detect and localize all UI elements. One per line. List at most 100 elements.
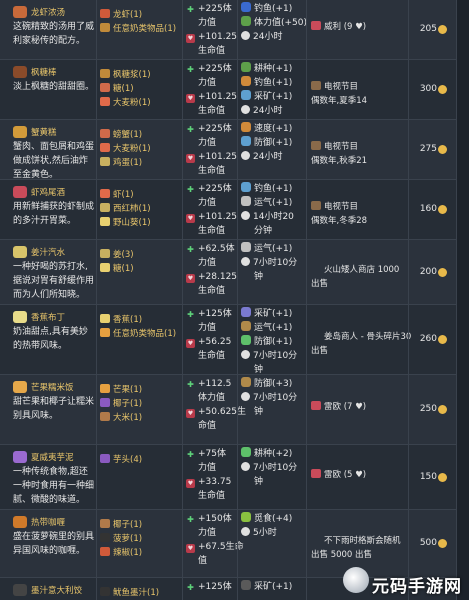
- ingredient-name: 大麦粉(1): [113, 98, 151, 108]
- clock-icon: [241, 462, 250, 471]
- stat-text: +33.75: [198, 477, 232, 487]
- ingredients-list: 鱿鱼墨汁(1): [100, 586, 159, 600]
- dish-description: 淡上枫糖的甜甜圈。: [13, 82, 95, 92]
- buff-icon: [241, 122, 251, 132]
- buff-line: 钓鱼(+1): [241, 2, 307, 16]
- stat-text: +50.625生: [198, 407, 247, 417]
- ingredient-item: 任意奶类物品(1): [100, 22, 176, 36]
- plus-icon: ✚: [187, 5, 194, 14]
- buff-icon: [241, 62, 251, 72]
- stat-indent: [186, 322, 195, 331]
- ingredient-name: 虾(1): [113, 190, 134, 200]
- clock-icon: [241, 527, 250, 536]
- stat-line: 生命值: [186, 164, 237, 178]
- clock-icon: [241, 211, 250, 220]
- buff-text: 分钟: [254, 226, 273, 236]
- buff-line: 耕种(+2): [241, 447, 297, 461]
- stat-line: ✚ +225体: [186, 182, 237, 196]
- energy-health-stats: ✚ +225体 力值 ♥ +101.25 生命值: [186, 122, 237, 178]
- stat-indent: [186, 555, 195, 564]
- buff-text: 防御(+3): [254, 379, 293, 389]
- energy-health-stats: ✚ +225体 力值 ♥ +101.25 生命值: [186, 182, 237, 238]
- tv-icon: [311, 141, 321, 150]
- ingredient-name: 芋头(4): [113, 455, 143, 465]
- energy-health-stats: ✚ +125体: [186, 580, 232, 594]
- ingredient-name: 芒果(1): [113, 385, 143, 395]
- stat-text: +225体: [198, 124, 232, 134]
- source-line: 雷欧 (7 ♥): [311, 400, 366, 414]
- clock-icon: [241, 105, 250, 114]
- buff-text: 14小时20: [253, 212, 294, 222]
- ingredient-icon: [100, 547, 110, 556]
- stat-text: 生命值: [198, 226, 226, 236]
- ingredient-item: 芋头(4): [100, 453, 142, 467]
- gold-coin-icon: [438, 405, 447, 414]
- stat-line: 力值: [186, 196, 237, 210]
- sell-price: 200: [419, 266, 437, 277]
- buff-icon: [241, 307, 251, 317]
- source-text: 不下雨时格斯会随机 出售 5000 出售: [311, 536, 401, 560]
- sell-price: 250: [419, 404, 437, 414]
- gold-coin-icon: [438, 472, 447, 482]
- ingredient-icon: [100, 412, 110, 421]
- buff-indent: [241, 405, 251, 415]
- source-line: 雷欧 (5 ♥): [311, 468, 366, 482]
- ingredient-icon: [100, 587, 110, 596]
- buff-line: 14小时20: [241, 210, 294, 224]
- buff-line: 7小时10分: [241, 256, 297, 270]
- buff-line: 运气(+1): [241, 196, 294, 210]
- buff-icon: [241, 196, 251, 206]
- stat-line: 力值: [186, 76, 237, 90]
- stat-line: 力值: [186, 256, 237, 270]
- buff-text: 耕种(+1): [254, 64, 293, 74]
- buff-text: 5小时: [253, 528, 277, 538]
- stat-line: ♥ +101.25: [186, 210, 237, 224]
- heart-icon: ♥: [186, 544, 195, 553]
- stat-text: 力值: [198, 18, 217, 28]
- dish-name: 夏威夷芋泥: [31, 453, 74, 463]
- heart-icon: ♥: [186, 154, 195, 163]
- ingredient-name: 西红柿(1): [113, 204, 151, 214]
- dish-icon: [13, 584, 27, 596]
- ingredient-item: 大米(1): [100, 411, 142, 425]
- buff-text: 钟: [254, 407, 264, 417]
- ingredient-name: 糖(1): [113, 264, 134, 274]
- stat-text: 力值: [198, 323, 217, 333]
- buff-icon: [241, 16, 251, 26]
- buff-line: 运气(+1): [241, 321, 297, 335]
- stat-text: 值: [198, 556, 208, 566]
- buff-line: 钟: [241, 405, 297, 419]
- ingredient-name: 椰子(1): [113, 520, 143, 530]
- buff-text: 运气(+1): [254, 198, 293, 208]
- buff-icon: [241, 2, 251, 12]
- stat-text: 力值: [198, 138, 217, 148]
- buff-indent: [241, 363, 251, 373]
- stat-line: ✚ +125体: [186, 580, 232, 594]
- sell-price: 260: [419, 334, 437, 344]
- dish-name: 龙虾浓汤: [31, 8, 66, 18]
- ingredient-item: 虾(1): [100, 188, 151, 202]
- clock-icon: [241, 151, 250, 160]
- ingredient-icon: [100, 157, 110, 166]
- stat-text: +101.25: [198, 32, 238, 42]
- stat-indent: [186, 420, 195, 429]
- energy-health-stats: ✚ +75体 力值 ♥ +33.75 生命值: [186, 447, 231, 503]
- heart-icon: ♥: [186, 409, 195, 418]
- ingredients-list: 姜(3) 糖(1): [100, 248, 134, 276]
- column-divider: [237, 0, 238, 600]
- dish-description: 盛在菠萝碗里的别具 异国风味的咖喱。: [13, 532, 95, 556]
- buff-list: 觅食(+4) 5小时: [241, 512, 292, 540]
- buff-text: 24小时: [253, 106, 283, 116]
- stat-text: 力值: [198, 463, 217, 473]
- stat-text: 生命值: [198, 106, 226, 116]
- energy-health-stats: ✚ +225体 力值 ♥ +101.25 生命值: [186, 2, 237, 58]
- buff-line: 觅食(+4): [241, 512, 292, 526]
- dish-name: 墨汁意大利饺: [31, 586, 83, 596]
- source-text: 火山矮人商店 1000 出售: [311, 264, 400, 289]
- stat-line: ♥ +56.25: [186, 335, 232, 349]
- source-line: 火山矮人商店 1000 出售: [311, 263, 399, 291]
- stat-line: ✚ +62.5体: [186, 242, 237, 256]
- plus-icon: ✚: [187, 185, 194, 194]
- buff-line: 5小时: [241, 526, 292, 540]
- stat-text: 力值: [198, 528, 217, 538]
